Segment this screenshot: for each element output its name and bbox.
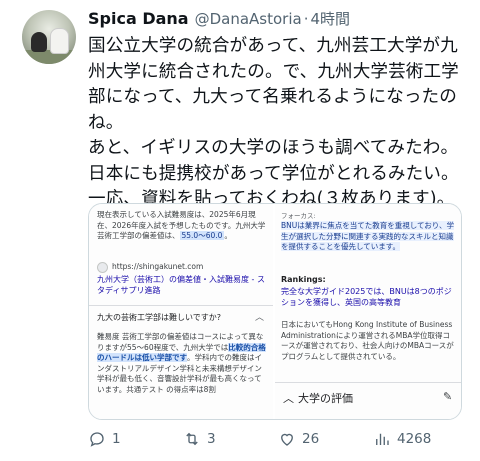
divider	[89, 305, 273, 306]
faq-answer: 難易度 芸術工学部の偏差値はコースによって異なりますが55〜60程度で、九州大学…	[97, 332, 267, 395]
rankings-text: 完全な大学ガイド2025では、BNUは8つのポジションを獲得し、英国の高等教育	[281, 287, 452, 307]
avatar[interactable]	[22, 10, 76, 64]
repost-icon	[186, 432, 198, 446]
focus-text: BNUは業界に焦点を当てた教育を重視しており、学生が選択した分野に関連する実践的…	[281, 221, 454, 251]
faq-question: 九大の芸術工学部は難しいですか?	[97, 313, 222, 322]
evaluation-label: 大学の評価	[298, 392, 353, 405]
avatar-white-dog	[50, 28, 69, 54]
snippet-highlight: 55.0〜60.0	[179, 231, 225, 240]
avatar-black-dog	[31, 32, 47, 52]
like-count: 26	[302, 431, 320, 447]
image-university-info[interactable]: フォーカス: BNUは業界に焦点を当てた教育を重視しており、学生が選択した分野に…	[275, 204, 461, 419]
display-name[interactable]: Spica Dana	[88, 9, 189, 28]
pencil-icon: ✎	[443, 390, 453, 403]
focus-label: フォーカス:	[281, 212, 316, 220]
views-count: 4268	[397, 431, 432, 447]
site-row: https://shingakunet.com	[97, 262, 267, 273]
like-button[interactable]: 26	[278, 430, 373, 448]
post-line: 州大学に統合されたの。で、九州大学芸術工学	[88, 61, 459, 82]
post-line: 日本にも提携校があって学位がとれるみたい。	[88, 163, 459, 184]
heart-icon	[281, 433, 293, 446]
post-line: あと、イギリスの大学のほうも調べてみたわ。	[88, 138, 459, 158]
header-separator: ·	[303, 10, 309, 28]
reply-button[interactable]: 1	[88, 430, 183, 448]
chevron-up-icon: ︿	[255, 313, 265, 323]
repost-button[interactable]: 3	[183, 430, 278, 448]
divider	[275, 382, 461, 383]
post-time[interactable]: 4時間	[310, 8, 350, 29]
image-search-result[interactable]: 現在表示している入試難易度は、2025年6月現在、2026年度入試を予想したもの…	[89, 204, 275, 419]
site-favicon-icon	[97, 262, 108, 273]
chevron-up-icon: ︿	[283, 392, 294, 405]
action-bar: 1 3 26 4268	[88, 428, 468, 450]
post-text: 国公立大学の統合があって、九州芸工大学が九 州大学に統合されたの。で、九州大学芸…	[88, 34, 468, 213]
views-icon	[376, 433, 389, 445]
reply-count: 1	[112, 431, 121, 447]
post-line: 部になって、九大って名乗れるようになったの	[88, 87, 457, 107]
result-link: 九州大学（芸術工）の偏差値・入試難易度 - スタディサプリ進路	[97, 275, 265, 295]
repost-count: 3	[207, 431, 216, 447]
focus-paragraph: BNUは業界に焦点を当てた教育を重視しており、学生が選択した分野に関連する実践的…	[281, 221, 455, 253]
post-line: 国公立大学の統合があって、九州芸工大学が九	[88, 36, 458, 56]
views-button[interactable]: 4268	[373, 430, 468, 448]
reply-icon	[90, 432, 104, 447]
user-handle[interactable]: @DanaAstoria	[195, 10, 302, 28]
post-line: ね。	[88, 112, 124, 133]
rankings-title: Rankings:	[281, 275, 326, 284]
evaluation-section: ︿ 大学の評価	[283, 390, 353, 406]
snippet-end: 。	[224, 231, 232, 240]
post-header: Spica Dana @DanaAstoria · 4時間	[88, 8, 350, 32]
search-snippet: 現在表示している入試難易度は、2025年6月現在、2026年度入試を予想したもの…	[97, 210, 267, 242]
attached-images: 現在表示している入試難易度は、2025年6月現在、2026年度入試を予想したもの…	[88, 203, 462, 420]
mba-paragraph: 日本においてもHong Kong Institute of Business A…	[281, 320, 454, 361]
site-url: https://shingakunet.com	[112, 262, 204, 272]
